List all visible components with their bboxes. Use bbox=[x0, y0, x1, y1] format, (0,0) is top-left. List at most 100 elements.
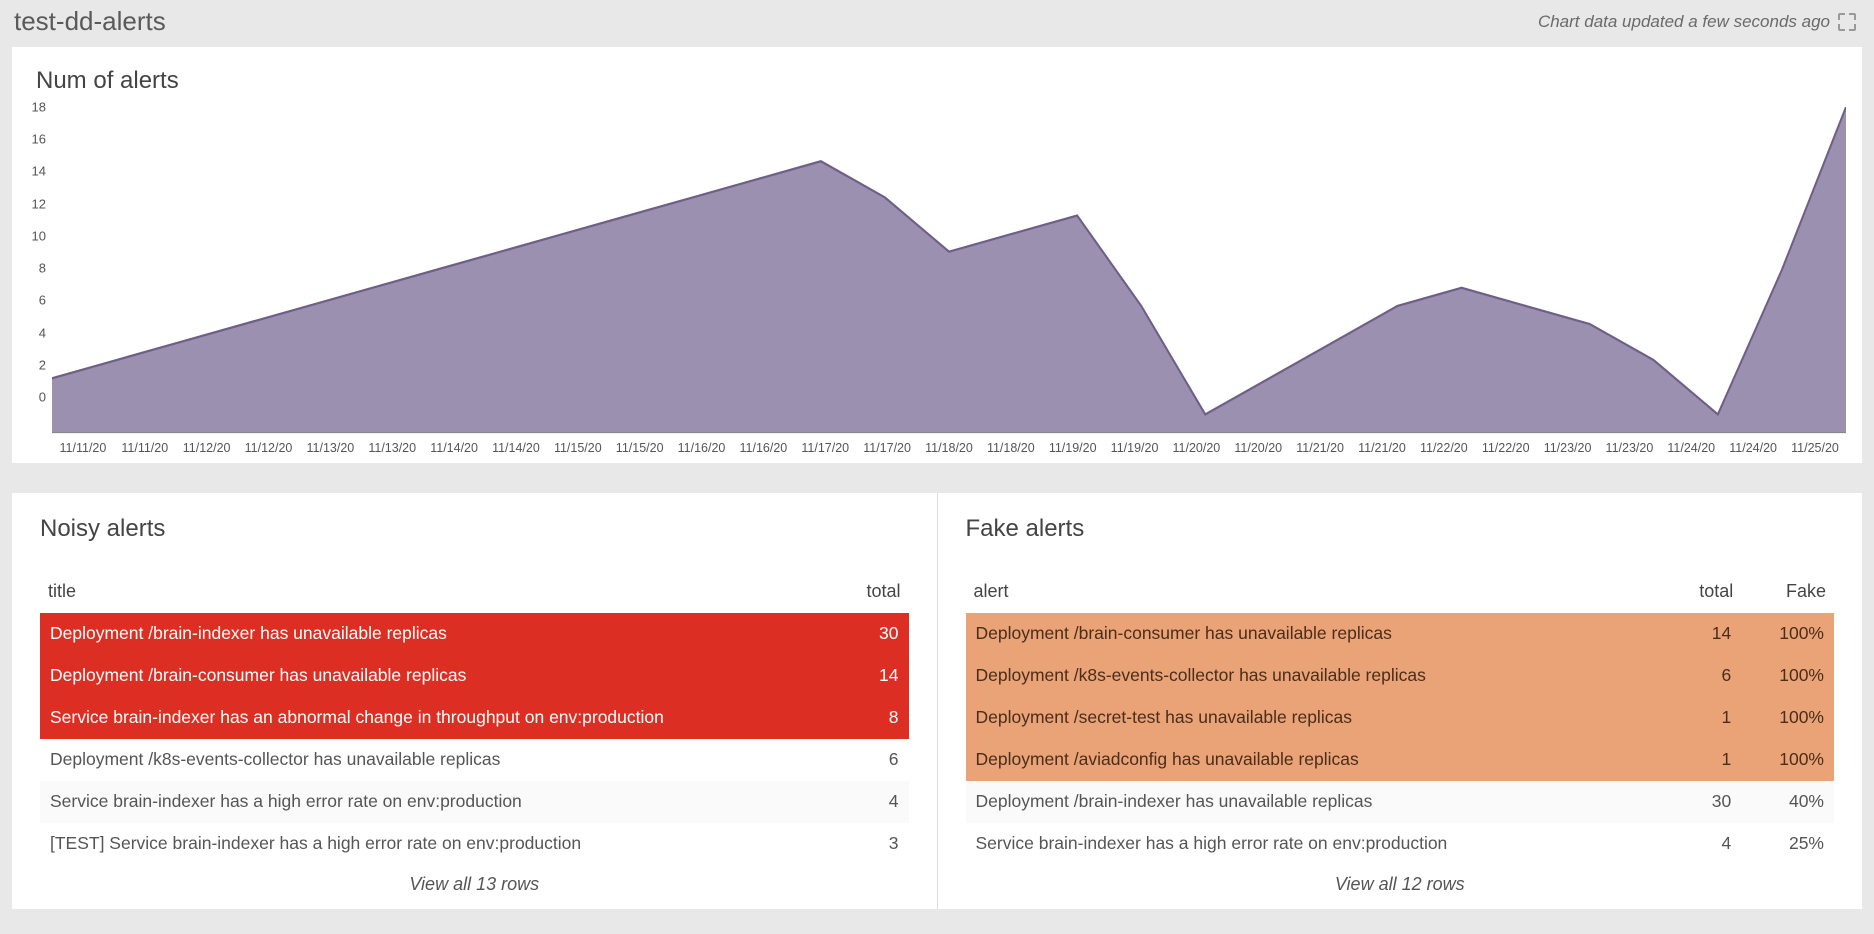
y-tick-label: 0 bbox=[39, 390, 46, 405]
area-chart-svg bbox=[52, 107, 1846, 437]
column-header[interactable]: Fake bbox=[1741, 571, 1834, 613]
alert-title-cell: [TEST] Service brain-indexer has a high … bbox=[40, 823, 845, 865]
chart-x-axis: 11/11/2011/11/2011/12/2011/12/2011/13/20… bbox=[52, 441, 1846, 455]
x-tick-label: 11/22/20 bbox=[1475, 441, 1537, 455]
alert-title-cell: Service brain-indexer has a high error r… bbox=[966, 823, 1670, 865]
fake-alerts-table: alert total Fake Deployment /brain-consu… bbox=[966, 571, 1835, 864]
alert-fake-cell: 100% bbox=[1741, 655, 1834, 697]
x-tick-label: 11/20/20 bbox=[1227, 441, 1289, 455]
view-all-link[interactable]: View all 12 rows bbox=[966, 864, 1835, 899]
alert-title-cell: Deployment /brain-consumer has unavailab… bbox=[966, 613, 1670, 655]
x-tick-label: 11/20/20 bbox=[1165, 441, 1227, 455]
chart-area[interactable]: 024681012141618 bbox=[52, 107, 1846, 437]
alert-total-cell: 30 bbox=[845, 613, 909, 655]
table-row[interactable]: Deployment /brain-consumer has unavailab… bbox=[40, 655, 909, 697]
column-header[interactable]: total bbox=[845, 571, 909, 613]
y-tick-label: 16 bbox=[32, 132, 46, 147]
y-tick-label: 14 bbox=[32, 164, 46, 179]
table-row[interactable]: Deployment /brain-indexer has unavailabl… bbox=[40, 613, 909, 655]
fake-alerts-title: Fake alerts bbox=[966, 515, 1835, 543]
tables-row: Noisy alerts title total Deployment /bra… bbox=[12, 493, 1862, 909]
view-all-link[interactable]: View all 13 rows bbox=[40, 864, 909, 899]
table-row[interactable]: Service brain-indexer has an abnormal ch… bbox=[40, 697, 909, 739]
x-tick-label: 11/15/20 bbox=[547, 441, 609, 455]
y-tick-label: 18 bbox=[32, 100, 46, 115]
noisy-alerts-title: Noisy alerts bbox=[40, 515, 909, 543]
table-row[interactable]: Deployment /k8s-events-collector has una… bbox=[40, 739, 909, 781]
alert-title-cell: Deployment /brain-consumer has unavailab… bbox=[40, 655, 845, 697]
x-tick-label: 11/17/20 bbox=[794, 441, 856, 455]
alert-total-cell: 1 bbox=[1670, 697, 1742, 739]
y-tick-label: 12 bbox=[32, 196, 46, 211]
x-tick-label: 11/11/20 bbox=[114, 441, 176, 455]
y-tick-label: 2 bbox=[39, 357, 46, 372]
alert-fake-cell: 100% bbox=[1741, 697, 1834, 739]
alert-total-cell: 6 bbox=[845, 739, 909, 781]
alert-title-cell: Deployment /k8s-events-collector has una… bbox=[40, 739, 845, 781]
alert-title-cell: Service brain-indexer has a high error r… bbox=[40, 781, 845, 823]
column-header[interactable]: title bbox=[40, 571, 845, 613]
alert-total-cell: 8 bbox=[845, 697, 909, 739]
alert-fake-cell: 40% bbox=[1741, 781, 1834, 823]
alert-total-cell: 1 bbox=[1670, 739, 1742, 781]
alert-title-cell: Deployment /brain-indexer has unavailabl… bbox=[966, 781, 1670, 823]
alert-total-cell: 4 bbox=[1670, 823, 1742, 865]
table-row[interactable]: Deployment /aviadconfig has unavailable … bbox=[966, 739, 1835, 781]
alert-total-cell: 30 bbox=[1670, 781, 1742, 823]
x-tick-label: 11/15/20 bbox=[609, 441, 671, 455]
alert-total-cell: 3 bbox=[845, 823, 909, 865]
table-row[interactable]: Deployment /brain-consumer has unavailab… bbox=[966, 613, 1835, 655]
chart-updated-status: Chart data updated a few seconds ago bbox=[1538, 12, 1856, 32]
y-tick-label: 8 bbox=[39, 261, 46, 276]
y-tick-label: 6 bbox=[39, 293, 46, 308]
x-tick-label: 11/18/20 bbox=[918, 441, 980, 455]
alert-total-cell: 14 bbox=[1670, 613, 1742, 655]
alert-title-cell: Deployment /aviadconfig has unavailable … bbox=[966, 739, 1670, 781]
x-tick-label: 11/11/20 bbox=[52, 441, 114, 455]
table-row[interactable]: Service brain-indexer has a high error r… bbox=[966, 823, 1835, 865]
x-tick-label: 11/21/20 bbox=[1289, 441, 1351, 455]
alert-fake-cell: 100% bbox=[1741, 739, 1834, 781]
noisy-alerts-panel: Noisy alerts title total Deployment /bra… bbox=[12, 493, 937, 909]
x-tick-label: 11/12/20 bbox=[238, 441, 300, 455]
alert-fake-cell: 25% bbox=[1741, 823, 1834, 865]
x-tick-label: 11/24/20 bbox=[1722, 441, 1784, 455]
alert-total-cell: 4 bbox=[845, 781, 909, 823]
chart-title: Num of alerts bbox=[36, 67, 1846, 95]
x-tick-label: 11/18/20 bbox=[980, 441, 1042, 455]
x-tick-label: 11/16/20 bbox=[671, 441, 733, 455]
page-title: test-dd-alerts bbox=[14, 6, 166, 37]
alert-total-cell: 14 bbox=[845, 655, 909, 697]
y-tick-label: 10 bbox=[32, 228, 46, 243]
x-tick-label: 11/21/20 bbox=[1351, 441, 1413, 455]
table-row[interactable]: Deployment /k8s-events-collector has una… bbox=[966, 655, 1835, 697]
x-tick-label: 11/17/20 bbox=[856, 441, 918, 455]
x-tick-label: 11/14/20 bbox=[423, 441, 485, 455]
alert-title-cell: Deployment /brain-indexer has unavailabl… bbox=[40, 613, 845, 655]
x-tick-label: 11/12/20 bbox=[176, 441, 238, 455]
table-row[interactable]: Deployment /secret-test has unavailable … bbox=[966, 697, 1835, 739]
x-tick-label: 11/14/20 bbox=[485, 441, 547, 455]
chart-panel: Num of alerts 024681012141618 11/11/2011… bbox=[12, 47, 1862, 463]
y-tick-label: 4 bbox=[39, 325, 46, 340]
alert-title-cell: Deployment /k8s-events-collector has una… bbox=[966, 655, 1670, 697]
alert-title-cell: Deployment /secret-test has unavailable … bbox=[966, 697, 1670, 739]
x-tick-label: 11/19/20 bbox=[1104, 441, 1166, 455]
column-header[interactable]: alert bbox=[966, 571, 1670, 613]
x-tick-label: 11/22/20 bbox=[1413, 441, 1475, 455]
x-tick-label: 11/25/20 bbox=[1784, 441, 1846, 455]
alert-fake-cell: 100% bbox=[1741, 613, 1834, 655]
chart-updated-text: Chart data updated a few seconds ago bbox=[1538, 12, 1830, 32]
table-row[interactable]: Deployment /brain-indexer has unavailabl… bbox=[966, 781, 1835, 823]
x-tick-label: 11/16/20 bbox=[732, 441, 794, 455]
x-tick-label: 11/24/20 bbox=[1660, 441, 1722, 455]
table-row[interactable]: [TEST] Service brain-indexer has a high … bbox=[40, 823, 909, 865]
table-row[interactable]: Service brain-indexer has a high error r… bbox=[40, 781, 909, 823]
x-tick-label: 11/13/20 bbox=[361, 441, 423, 455]
x-tick-label: 11/23/20 bbox=[1537, 441, 1599, 455]
x-tick-label: 11/23/20 bbox=[1598, 441, 1660, 455]
column-header[interactable]: total bbox=[1670, 571, 1742, 613]
expand-icon[interactable] bbox=[1838, 13, 1856, 31]
alert-total-cell: 6 bbox=[1670, 655, 1742, 697]
x-tick-label: 11/13/20 bbox=[299, 441, 361, 455]
